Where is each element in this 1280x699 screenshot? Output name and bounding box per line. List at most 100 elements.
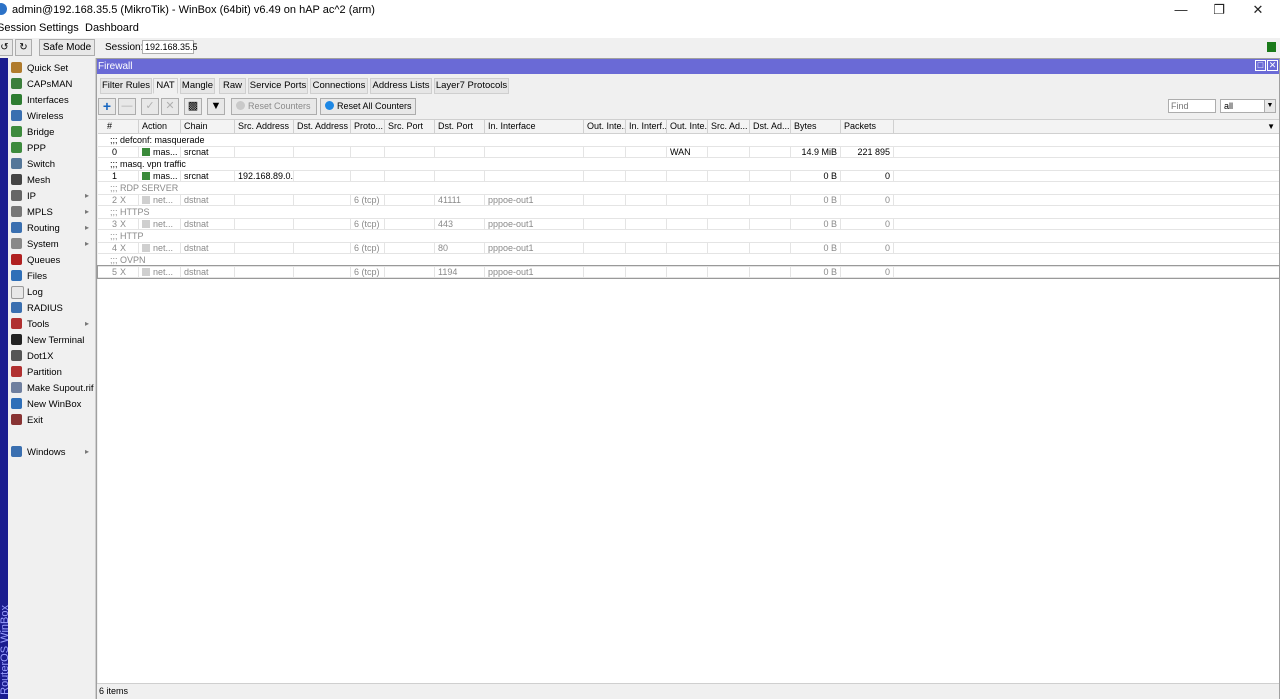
sidebar-item-routing[interactable]: Routing ▸ bbox=[8, 220, 95, 236]
sidebar-item-radius[interactable]: RADIUS bbox=[8, 300, 95, 316]
column-header[interactable]: In. Interf... bbox=[626, 120, 667, 133]
column-header[interactable]: Dst. Port bbox=[435, 120, 485, 133]
empty-cell bbox=[385, 219, 435, 230]
column-header[interactable]: In. Interface bbox=[485, 120, 584, 133]
reset-all-counters-label: Reset All Counters bbox=[337, 101, 412, 111]
minimize-button[interactable]: — bbox=[1162, 0, 1200, 20]
comment-icon[interactable]: ▩ bbox=[184, 98, 202, 115]
empty-cell bbox=[626, 171, 667, 182]
reset-all-counters-button[interactable]: Reset All Counters bbox=[320, 98, 416, 115]
cell-packets: 0 bbox=[841, 243, 894, 254]
tab-mangle[interactable]: Mangle bbox=[180, 78, 215, 94]
column-header[interactable]: Chain bbox=[181, 120, 235, 133]
cell-in-interface bbox=[485, 147, 584, 158]
table-row[interactable]: 5 Xnet... dstnat 6 (tcp) 1194 pppoe-out1 0 B0 bbox=[97, 265, 1280, 279]
sidebar-item-ppp[interactable]: PPP bbox=[8, 140, 95, 156]
cell-chain: dstnat bbox=[181, 195, 235, 206]
column-header[interactable]: Src. Ad... bbox=[708, 120, 750, 133]
undo-button[interactable]: ↺ bbox=[0, 39, 13, 56]
filter-select-arrow[interactable]: ▼ bbox=[1264, 99, 1276, 113]
tab-layer7-protocols[interactable]: Layer7 Protocols bbox=[434, 78, 509, 94]
sidebar-item-bridge[interactable]: Bridge bbox=[8, 124, 95, 140]
table-row[interactable]: 3 Xnet... dstnat 6 (tcp) 443 pppoe-out1 0 B0 bbox=[98, 218, 1279, 230]
sidebar-item-dot1x[interactable]: Dot1X bbox=[8, 348, 95, 364]
close-panel-button[interactable]: ✕ bbox=[1267, 60, 1278, 71]
tab-connections[interactable]: Connections bbox=[310, 78, 368, 94]
sidebar-item-quick-set[interactable]: Quick Set bbox=[8, 60, 95, 76]
column-header[interactable]: Action bbox=[139, 120, 181, 133]
nat-rules-table: # Action Chain Src. Address Dst. Address Prot… bbox=[97, 119, 1280, 683]
sidebar-item-ip[interactable]: IP ▸ bbox=[8, 188, 95, 204]
sidebar-item-label: Exit bbox=[27, 415, 43, 426]
tab-raw[interactable]: Raw bbox=[219, 78, 246, 94]
sidebar-item-mpls[interactable]: MPLS ▸ bbox=[8, 204, 95, 220]
sidebar-item-wireless[interactable]: Wireless bbox=[8, 108, 95, 124]
sidebar-item-partition[interactable]: Partition bbox=[8, 364, 95, 380]
table-row[interactable]: 0 mas... srcnat WAN 14.9 MiB 221 895 bbox=[98, 146, 1279, 158]
menu-session[interactable]: Session bbox=[0, 22, 36, 34]
radius-icon bbox=[11, 302, 22, 313]
column-header[interactable]: Bytes bbox=[791, 120, 841, 133]
tab-filter-rules[interactable]: Filter Rules bbox=[100, 78, 152, 94]
tab-service-ports[interactable]: Service Ports bbox=[248, 78, 308, 94]
sidebar-item-windows[interactable]: Windows ▸ bbox=[8, 444, 95, 460]
column-header[interactable]: Packets bbox=[841, 120, 894, 133]
sidebar-item-interfaces[interactable]: Interfaces bbox=[8, 92, 95, 108]
column-header[interactable]: # bbox=[98, 120, 139, 133]
sidebar-item-new-winbox[interactable]: New WinBox bbox=[8, 396, 95, 412]
cell-protocol: 6 (tcp) bbox=[351, 243, 385, 254]
column-menu-arrow-icon[interactable]: ▼ bbox=[1267, 122, 1275, 131]
table-row[interactable]: 4 Xnet... dstnat 6 (tcp) 80 pppoe-out1 0 B0 bbox=[98, 242, 1279, 254]
column-header[interactable]: Out. Inte... bbox=[667, 120, 708, 133]
tools-icon bbox=[11, 318, 22, 329]
empty-cell bbox=[385, 147, 435, 158]
sidebar-item-label: IP bbox=[27, 191, 36, 202]
maximize-panel-button[interactable]: □ bbox=[1255, 60, 1266, 71]
column-header[interactable]: Dst. Ad... bbox=[750, 120, 791, 133]
cell-protocol bbox=[351, 171, 385, 182]
column-header[interactable]: Src. Port bbox=[385, 120, 435, 133]
dot1x-icon bbox=[11, 350, 22, 361]
filter-icon[interactable]: ▼ bbox=[207, 98, 225, 115]
enable-button[interactable]: ✓ bbox=[141, 98, 159, 115]
sidebar-item-files[interactable]: Files bbox=[8, 268, 95, 284]
sidebar-item-exit[interactable]: Exit bbox=[8, 412, 95, 428]
queues-icon bbox=[11, 254, 22, 265]
close-window-button[interactable]: ✕ bbox=[1239, 0, 1277, 20]
remove-button[interactable]: — bbox=[118, 98, 136, 115]
redo-button[interactable]: ↻ bbox=[15, 39, 32, 56]
sidebar-item-make-supout-rif[interactable]: Make Supout.rif bbox=[8, 380, 95, 396]
menu-settings[interactable]: Settings bbox=[39, 22, 79, 34]
tab-nat[interactable]: NAT bbox=[153, 78, 178, 94]
add-button[interactable]: + bbox=[98, 98, 116, 115]
empty-cell bbox=[294, 195, 351, 206]
sidebar-item-capsman[interactable]: CAPsMAN bbox=[8, 76, 95, 92]
sidebar-item-switch[interactable]: Switch bbox=[8, 156, 95, 172]
menu-dashboard[interactable]: Dashboard bbox=[85, 22, 139, 34]
disable-button[interactable]: ✕ bbox=[161, 98, 179, 115]
sidebar-item-log[interactable]: Log bbox=[8, 284, 95, 300]
sidebar-item-system[interactable]: System ▸ bbox=[8, 236, 95, 252]
table-row[interactable]: 2 Xnet... dstnat 6 (tcp) 41111 pppoe-out1 0 B0 bbox=[98, 194, 1279, 206]
restore-button[interactable]: ❐ bbox=[1200, 0, 1238, 20]
sidebar-item-label: Dot1X bbox=[27, 351, 54, 362]
safe-mode-button[interactable]: Safe Mode bbox=[39, 39, 95, 56]
wand-icon bbox=[11, 62, 22, 73]
column-header[interactable]: Proto... bbox=[351, 120, 385, 133]
cell-src-address bbox=[235, 243, 294, 254]
column-header[interactable]: Src. Address bbox=[235, 120, 294, 133]
sidebar-item-tools[interactable]: Tools ▸ bbox=[8, 316, 95, 332]
sidebar-item-mesh[interactable]: Mesh bbox=[8, 172, 95, 188]
column-header[interactable]: Dst. Address bbox=[294, 120, 351, 133]
column-header[interactable]: Out. Inte... bbox=[584, 120, 626, 133]
session-field[interactable]: 192.168.35.5 bbox=[142, 40, 198, 54]
windows-icon bbox=[11, 446, 22, 457]
sidebar-item-new-terminal[interactable]: New Terminal bbox=[8, 332, 95, 348]
sidebar-item-queues[interactable]: Queues bbox=[8, 252, 95, 268]
reset-counters-button[interactable]: Reset Counters bbox=[231, 98, 317, 115]
tab-address-lists[interactable]: Address Lists bbox=[370, 78, 432, 94]
table-row[interactable]: 1 mas... srcnat 192.168.89.0... 0 B0 bbox=[98, 170, 1279, 182]
find-input[interactable] bbox=[1168, 99, 1216, 113]
reset-all-counters-icon bbox=[325, 101, 334, 110]
cell-protocol bbox=[351, 147, 385, 158]
